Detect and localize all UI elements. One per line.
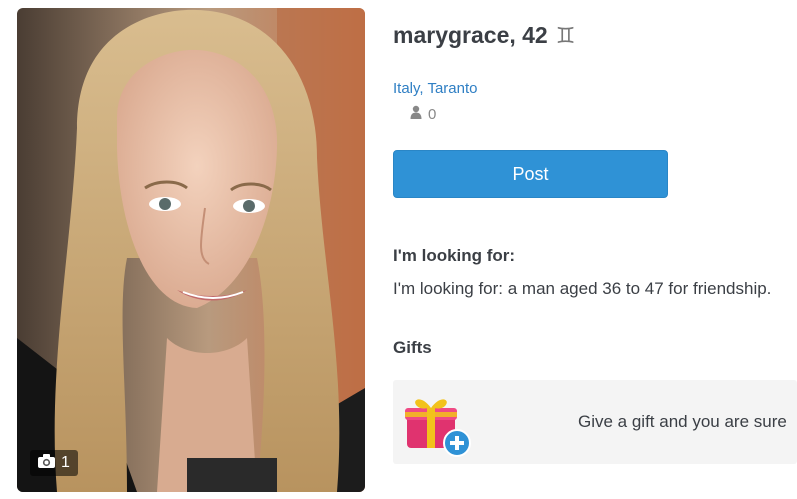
gifts-heading: Gifts bbox=[393, 338, 432, 357]
friends-count[interactable]: 0 bbox=[410, 105, 436, 123]
give-gift-panel[interactable]: Give a gift and you are sure bbox=[393, 380, 797, 464]
camera-icon bbox=[38, 453, 55, 473]
post-button[interactable]: Post bbox=[393, 150, 668, 198]
profile-photo-image bbox=[17, 8, 365, 492]
gift-add-icon bbox=[403, 392, 473, 463]
photo-count-badge[interactable]: 1 bbox=[30, 450, 78, 476]
profile-photo[interactable] bbox=[17, 8, 365, 492]
give-gift-text: Give a gift and you are sure bbox=[578, 412, 787, 431]
photo-count: 1 bbox=[61, 454, 70, 471]
location-link[interactable]: Italy, Taranto bbox=[393, 80, 478, 97]
person-icon bbox=[410, 105, 422, 123]
gemini-icon: ♊ bbox=[555, 22, 576, 48]
profile-name: marygrace, 42 bbox=[393, 22, 548, 48]
looking-for-heading: I'm looking for: bbox=[393, 246, 516, 265]
profile-header: marygrace, 42 ♊ bbox=[393, 22, 575, 49]
friends-count-value: 0 bbox=[428, 105, 437, 123]
looking-for-text: I'm looking for: a man aged 36 to 47 for… bbox=[393, 279, 772, 298]
